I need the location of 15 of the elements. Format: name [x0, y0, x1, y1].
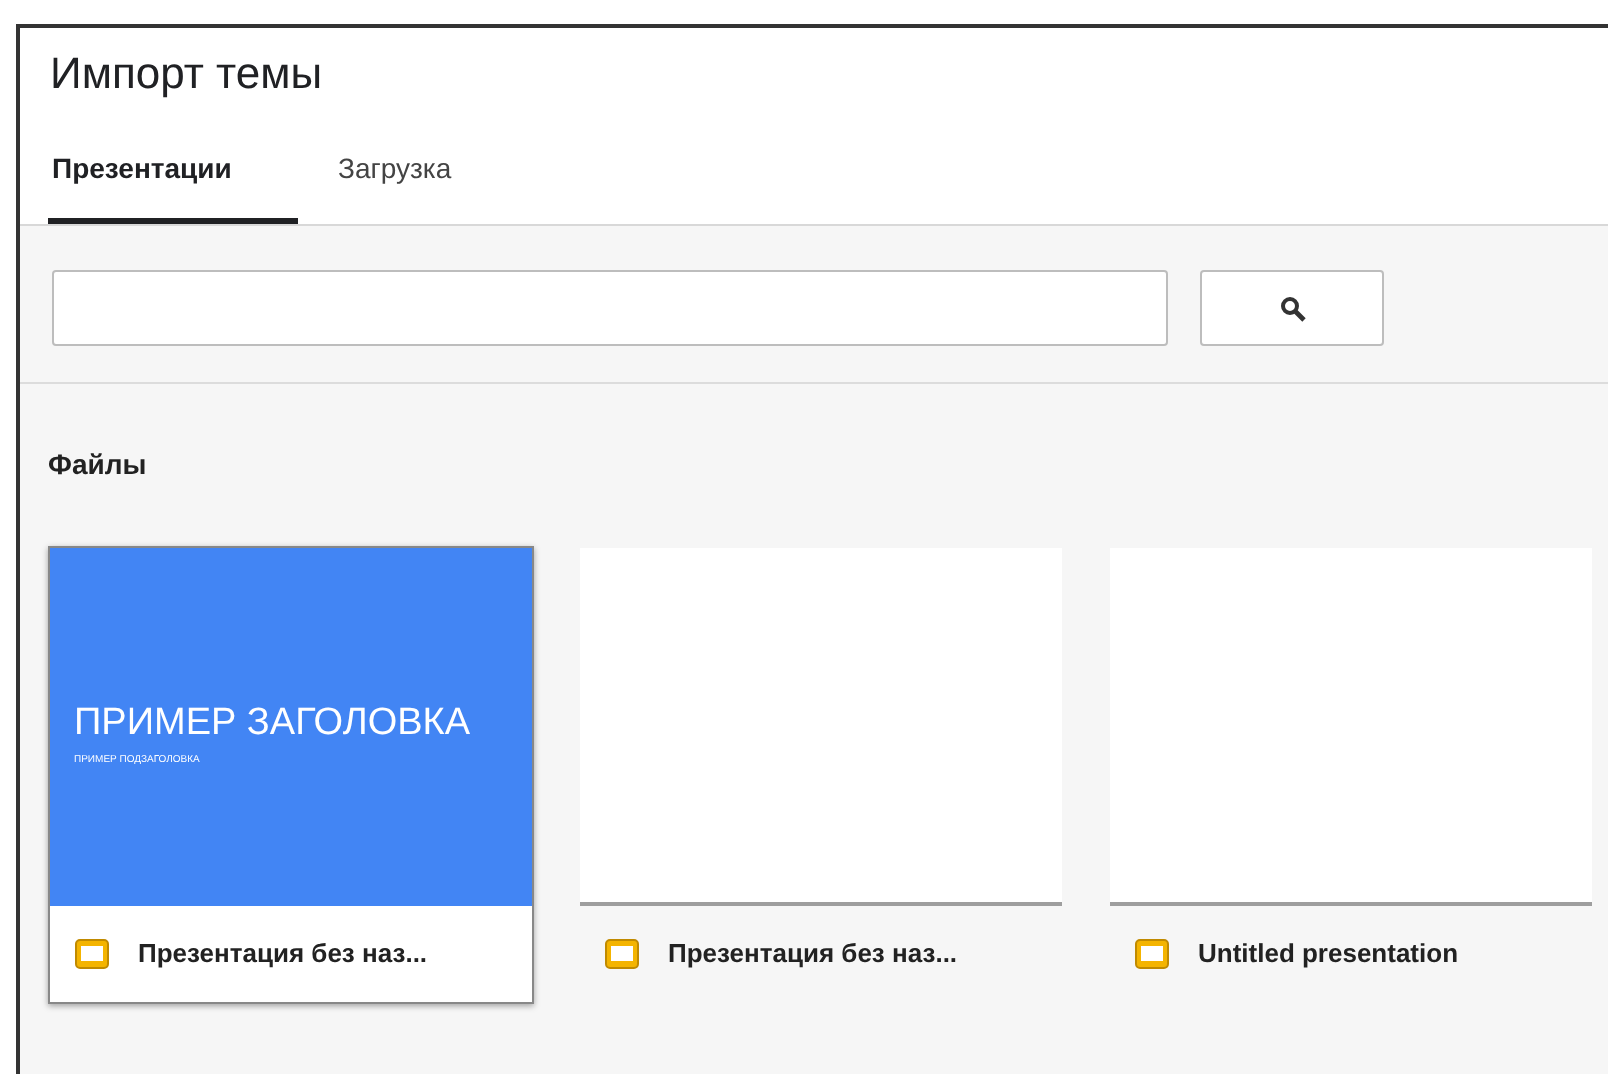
file-card[interactable]: Презентация без наз... [578, 546, 1064, 1004]
slides-icon [74, 938, 110, 970]
file-card[interactable]: Untitled presentation [1108, 546, 1594, 1004]
slides-icon [1134, 938, 1170, 970]
file-name: Презентация без наз... [138, 936, 428, 973]
section-label: Файлы [48, 446, 147, 484]
tab[interactable]: Загрузка [298, 148, 492, 224]
slides-icon [604, 938, 640, 970]
search-button[interactable] [1200, 270, 1384, 346]
file-name: Презентация без наз... [668, 936, 958, 973]
search-icon [1279, 295, 1305, 321]
slide-title: ПРИМЕР ЗАГОЛОВКА [74, 702, 471, 746]
file-name: Untitled presentation [1198, 936, 1459, 973]
dialog-title: Импорт темы [48, 46, 323, 102]
search-field[interactable] [52, 270, 1168, 346]
